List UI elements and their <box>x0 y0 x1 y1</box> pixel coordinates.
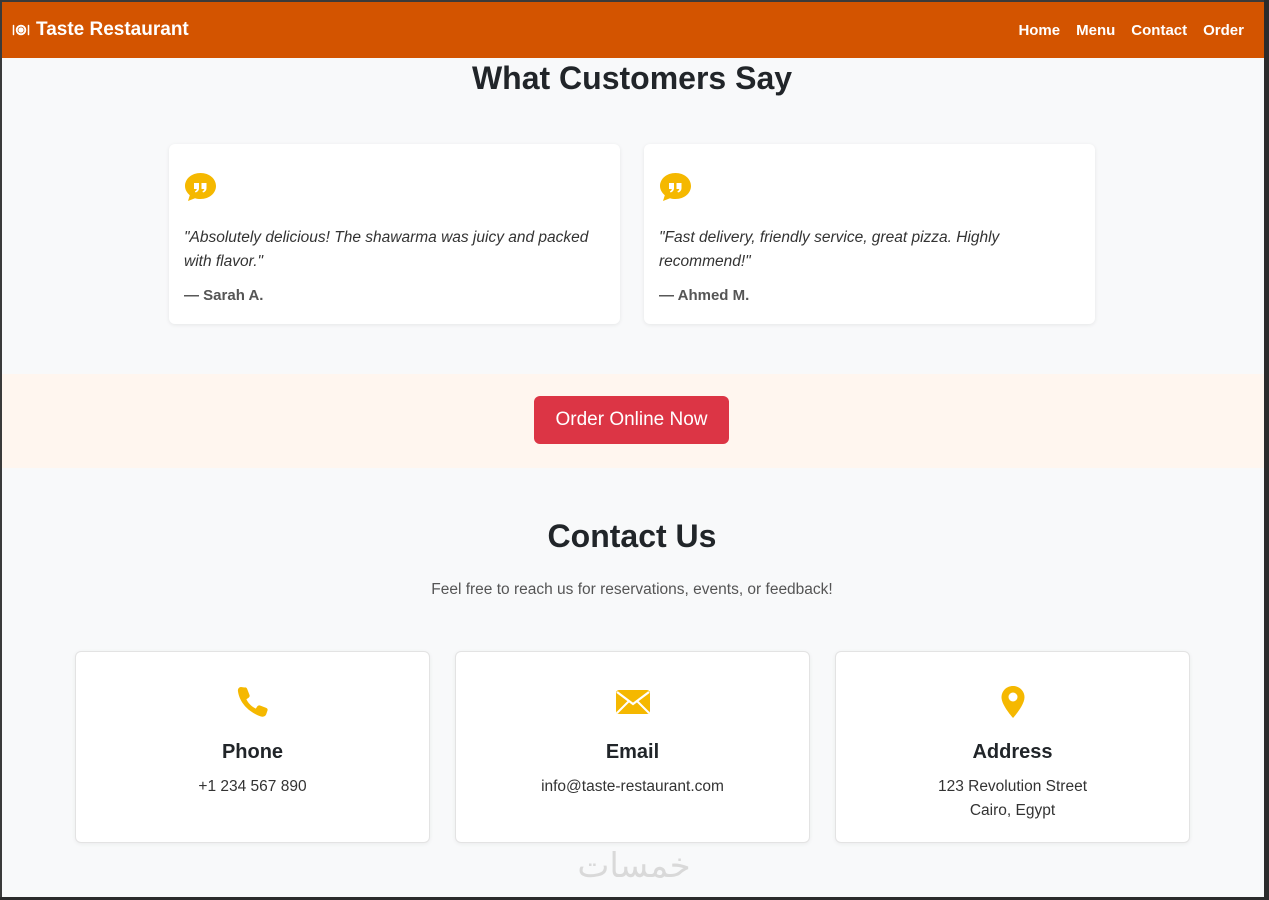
envelope-icon <box>615 690 650 714</box>
contact-card-value[interactable]: +1 234 567 890 <box>76 775 429 799</box>
nav-links: Home Menu Contact Order <box>1018 22 1244 39</box>
testimonial-quote: "Absolutely delicious! The shawarma was … <box>184 229 589 270</box>
address-line-2: Cairo, Egypt <box>969 802 1056 819</box>
window-frame-left <box>0 0 2 900</box>
testimonial-author: — Sarah A. <box>184 287 264 304</box>
contact-card-value[interactable]: info@taste-restaurant.com <box>456 775 809 799</box>
nav-link-home[interactable]: Home <box>1018 22 1060 39</box>
testimonial-quote: "Fast delivery, friendly service, great … <box>659 229 1000 270</box>
plate-cutlery-icon <box>12 24 30 36</box>
nav-link-menu[interactable]: Menu <box>1076 22 1115 39</box>
order-online-button[interactable]: Order Online Now <box>534 396 729 444</box>
address-line-1: 123 Revolution Street <box>937 778 1088 795</box>
nav-link-order[interactable]: Order <box>1203 22 1244 39</box>
contact-card-address: Address 123 Revolution Street Cairo, Egy… <box>835 651 1190 843</box>
brand-name: Taste Restaurant <box>36 19 189 40</box>
watermark-logo: خمسات <box>577 846 691 886</box>
navbar: Taste Restaurant Home Menu Contact Order <box>0 2 1264 58</box>
nav-link-contact[interactable]: Contact <box>1131 22 1187 39</box>
contact-phone-number[interactable]: +1 234 567 890 <box>76 775 429 799</box>
scrollbar-track[interactable] <box>1264 0 1269 900</box>
contact-title: Contact Us <box>547 518 717 554</box>
contact-card-heading: Address <box>972 741 1053 763</box>
quote-bubble-icon <box>185 173 216 201</box>
testimonial-author: — Ahmed M. <box>659 287 750 304</box>
contact-card-email: Email info@taste-restaurant.com <box>455 651 810 843</box>
contact-subtitle: Feel free to reach us for reservations, … <box>431 581 833 598</box>
cta-band: Order Online Now <box>0 374 1264 468</box>
contact-email-address[interactable]: info@taste-restaurant.com <box>456 775 809 799</box>
map-pin-icon <box>1001 686 1024 718</box>
testimonial-card: "Absolutely delicious! The shawarma was … <box>169 144 620 324</box>
testimonials-title: What Customers Say <box>471 60 793 96</box>
contact-card-heading: Phone <box>221 741 284 763</box>
phone-icon <box>237 687 268 717</box>
window-frame-top <box>0 0 1269 2</box>
contact-card-phone: Phone +1 234 567 890 <box>75 651 430 843</box>
testimonial-card: "Fast delivery, friendly service, great … <box>644 144 1095 324</box>
quote-bubble-icon <box>660 173 691 201</box>
brand-logo[interactable]: Taste Restaurant <box>12 19 189 41</box>
contact-card-value: 123 Revolution Street Cairo, Egypt <box>836 775 1189 823</box>
contact-card-heading: Email <box>605 741 660 763</box>
